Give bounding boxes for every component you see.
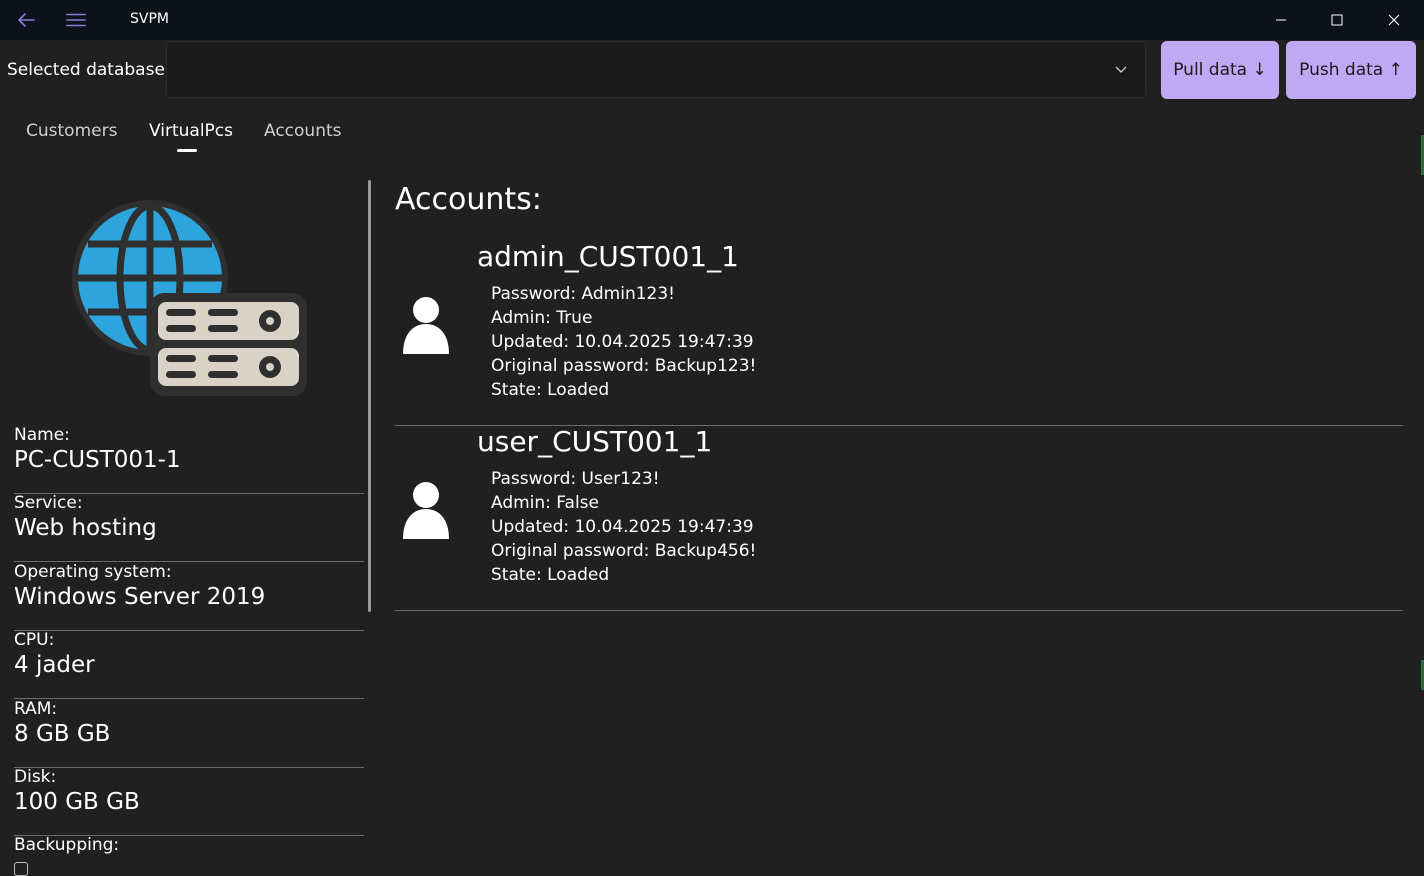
field-ram: RAM: 8 GB GB [14, 699, 364, 768]
account-state: State: Loaded [491, 565, 610, 585]
account-name: admin_CUST001_1 [477, 240, 739, 273]
tab-virtualpcs[interactable]: VirtualPcs [149, 121, 233, 141]
panel-splitter[interactable] [368, 180, 371, 612]
accounts-heading: Accounts: [395, 182, 542, 217]
account-item[interactable]: user_CUST001_1 Password: User123! Admin:… [395, 425, 1403, 611]
user-avatar-icon [403, 482, 449, 539]
field-cpu: CPU: 4 jader [14, 630, 364, 699]
globe-server-icon [72, 200, 307, 396]
field-value: PC-CUST001-1 [14, 447, 181, 473]
field-backupping: Backupping: [14, 835, 364, 876]
close-icon[interactable] [1365, 0, 1423, 40]
minimize-icon[interactable] [1252, 0, 1310, 40]
database-dropdown[interactable] [166, 41, 1146, 98]
account-admin: Admin: False [491, 493, 599, 513]
push-data-button[interactable]: Push data ↑ [1286, 41, 1416, 99]
account-state: State: Loaded [491, 380, 610, 400]
database-label: Selected database: [7, 60, 171, 80]
field-label: Disk: [14, 767, 57, 787]
account-original-password: Original password: Backup456! [491, 541, 757, 561]
field-service: Service: Web hosting [14, 493, 364, 562]
account-original-password: Original password: Backup123! [491, 356, 757, 376]
maximize-icon[interactable] [1308, 0, 1366, 40]
pull-data-button[interactable]: Pull data ↓ [1161, 41, 1279, 99]
field-operating-system: Operating system: Windows Server 2019 [14, 562, 364, 631]
field-value: 4 jader [14, 652, 95, 678]
field-name: Name: PC-CUST001-1 [14, 425, 364, 494]
account-name: user_CUST001_1 [477, 425, 713, 458]
account-updated: Updated: 10.04.2025 19:47:39 [491, 517, 754, 537]
chevron-down-icon [1115, 66, 1127, 73]
backupping-checkbox[interactable] [14, 862, 28, 876]
account-item[interactable]: admin_CUST001_1 Password: Admin123! Admi… [395, 240, 1403, 426]
back-arrow-icon[interactable] [10, 6, 42, 34]
tab-customers[interactable]: Customers [26, 121, 117, 141]
field-label: Service: [14, 493, 83, 513]
account-password: Password: User123! [491, 469, 660, 489]
field-label: RAM: [14, 699, 58, 719]
field-value: Windows Server 2019 [14, 584, 266, 610]
tab-accounts[interactable]: Accounts [264, 121, 342, 141]
title-bar: SVPM [0, 0, 1424, 40]
account-admin: Admin: True [491, 308, 593, 328]
field-label: CPU: [14, 630, 55, 650]
account-updated: Updated: 10.04.2025 19:47:39 [491, 332, 754, 352]
hamburger-menu-icon[interactable] [58, 6, 94, 34]
field-value: Web hosting [14, 515, 157, 541]
field-disk: Disk: 100 GB GB [14, 767, 364, 836]
window-title: SVPM [130, 11, 169, 27]
field-label: Operating system: [14, 562, 172, 582]
account-password: Password: Admin123! [491, 284, 675, 304]
field-value: 8 GB GB [14, 721, 111, 747]
field-value: 100 GB GB [14, 789, 140, 815]
field-label: Name: [14, 425, 70, 445]
active-tab-indicator [177, 149, 197, 152]
user-avatar-icon [403, 297, 449, 354]
field-label: Backupping: [14, 835, 120, 855]
